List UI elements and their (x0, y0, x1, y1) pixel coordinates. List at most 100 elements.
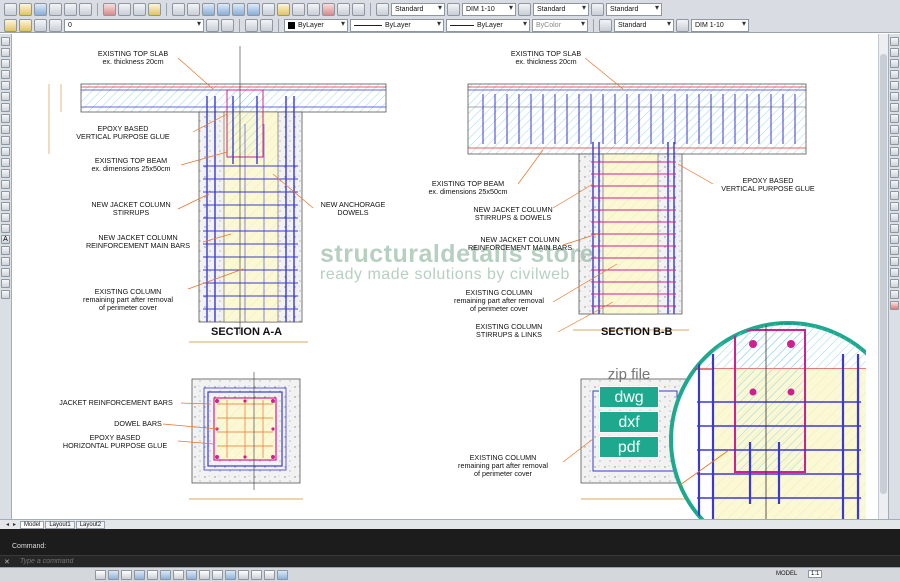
model-space-label[interactable]: MODEL (776, 571, 797, 577)
break-at-point-icon[interactable] (890, 158, 899, 167)
arc-icon[interactable] (1, 92, 10, 101)
tab-last-icon[interactable]: ▸ (13, 521, 19, 528)
snap-perpendicular-icon[interactable] (890, 290, 899, 299)
selection-cycling-icon[interactable] (264, 570, 275, 580)
copy-icon[interactable] (118, 2, 131, 16)
publish-icon[interactable] (79, 2, 92, 16)
print-icon[interactable] (49, 2, 62, 16)
array-icon[interactable] (890, 81, 899, 90)
rotate-icon[interactable] (890, 103, 899, 112)
vertical-scrollbar[interactable] (878, 34, 888, 519)
ellipse-arc-icon[interactable] (1, 147, 10, 156)
layer-properties-icon[interactable] (4, 18, 17, 32)
insert-block-icon[interactable] (1, 158, 10, 167)
leader-icon[interactable] (1, 290, 10, 299)
snap-endpoint-icon[interactable] (890, 224, 899, 233)
zoom-previous-icon[interactable] (247, 2, 260, 16)
ortho-mode-icon[interactable] (134, 570, 145, 580)
add-selected-icon[interactable] (1, 246, 10, 255)
construction-line-icon[interactable] (1, 48, 10, 57)
transparency-icon[interactable] (238, 570, 249, 580)
close-icon[interactable]: ✕ (4, 558, 10, 566)
dimension-aligned-icon[interactable] (1, 268, 10, 277)
markup-icon[interactable] (322, 2, 335, 16)
annotation-monitor-icon[interactable] (277, 570, 288, 580)
snap-quadrant-icon[interactable] (890, 268, 899, 277)
stretch-icon[interactable] (890, 125, 899, 134)
snap-tangent-icon[interactable] (890, 279, 899, 288)
table-icon[interactable] (1, 224, 10, 233)
dim-style-select[interactable]: DIM 1-10 (462, 2, 516, 16)
plotstyle-select[interactable]: ByColor (532, 18, 588, 32)
table-style-select[interactable]: Standard (533, 2, 589, 16)
extend-icon[interactable] (890, 147, 899, 156)
format-pdf[interactable]: pdf (599, 436, 659, 458)
magnet-icon[interactable] (890, 301, 899, 310)
text-style-select-2[interactable]: Standard (614, 18, 674, 32)
new-file-icon[interactable] (4, 2, 17, 16)
offset-icon[interactable] (890, 70, 899, 79)
lineweight-icon[interactable] (225, 570, 236, 580)
layer-select[interactable]: 0 (64, 18, 204, 32)
undo-icon[interactable] (172, 2, 185, 16)
fillet-icon[interactable] (890, 202, 899, 211)
multileader-style-select[interactable]: Standard (606, 2, 662, 16)
zoom-window-icon[interactable] (232, 2, 245, 16)
trim-icon[interactable] (890, 136, 899, 145)
tab-layout2[interactable]: Layout2 (75, 520, 106, 529)
zip-file-badge[interactable]: zip file dwg dxf pdf (599, 366, 659, 458)
erase-icon[interactable] (890, 37, 899, 46)
quick-properties-icon[interactable] (251, 570, 262, 580)
tool-palettes-icon[interactable] (292, 2, 305, 16)
lineweight-select[interactable]: ByLayer (446, 18, 530, 32)
revision-cloud-icon[interactable] (1, 114, 10, 123)
format-dxf[interactable]: dxf (599, 411, 659, 433)
format-dwg[interactable]: dwg (599, 386, 659, 408)
scale-icon[interactable] (890, 114, 899, 123)
hatch-icon[interactable] (1, 191, 10, 200)
chamfer-icon[interactable] (890, 191, 899, 200)
make-current-layer-icon[interactable] (206, 18, 219, 32)
drawing-canvas[interactable]: structuraldetails store ready made solut… (13, 34, 866, 519)
snap-center-icon[interactable] (890, 257, 899, 266)
move-icon[interactable] (890, 92, 899, 101)
tab-layout1[interactable]: Layout1 (45, 520, 75, 529)
calculator-icon[interactable] (337, 2, 350, 16)
polyline-icon[interactable] (1, 59, 10, 68)
gradient-icon[interactable] (1, 202, 10, 211)
open-folder-icon[interactable] (19, 2, 32, 16)
pan-icon[interactable] (202, 2, 215, 16)
plot-preview-icon[interactable] (64, 2, 77, 16)
snap-mode-icon[interactable] (108, 570, 119, 580)
match-properties-icon[interactable] (148, 2, 161, 16)
sheet-set-icon[interactable] (307, 2, 320, 16)
lightbulb-icon[interactable] (19, 18, 32, 32)
color-select[interactable]: ByLayer (284, 18, 348, 32)
circle-icon[interactable] (1, 103, 10, 112)
3d-object-snap-icon[interactable] (173, 570, 184, 580)
explode-icon[interactable] (890, 213, 899, 222)
mirror-icon[interactable] (890, 59, 899, 68)
snap-intersection-icon[interactable] (890, 246, 899, 255)
polygon-icon[interactable] (1, 70, 10, 79)
region-icon[interactable] (1, 213, 10, 222)
break-icon[interactable] (890, 169, 899, 178)
rectangle-icon[interactable] (1, 81, 10, 90)
lock-icon[interactable] (49, 18, 62, 32)
infer-constraints-icon[interactable] (95, 570, 106, 580)
dimension-radius-icon[interactable] (1, 279, 10, 288)
line-icon[interactable] (1, 37, 10, 46)
command-input[interactable] (19, 558, 320, 565)
point-icon[interactable] (1, 180, 10, 189)
redo-icon[interactable] (187, 2, 200, 16)
save-icon[interactable] (34, 2, 47, 16)
dynamic-ucs-icon[interactable] (199, 570, 210, 580)
make-block-icon[interactable] (1, 169, 10, 178)
tab-first-icon[interactable]: ◂ (6, 521, 12, 528)
design-center-icon[interactable] (277, 2, 290, 16)
tab-model[interactable]: Model (20, 520, 45, 529)
annotation-scale[interactable]: 1:1 (808, 570, 823, 578)
dynamic-input-icon[interactable] (212, 570, 223, 580)
dim-style-select-2[interactable]: DIM 1-10 (691, 18, 749, 32)
help-icon[interactable] (352, 2, 365, 16)
